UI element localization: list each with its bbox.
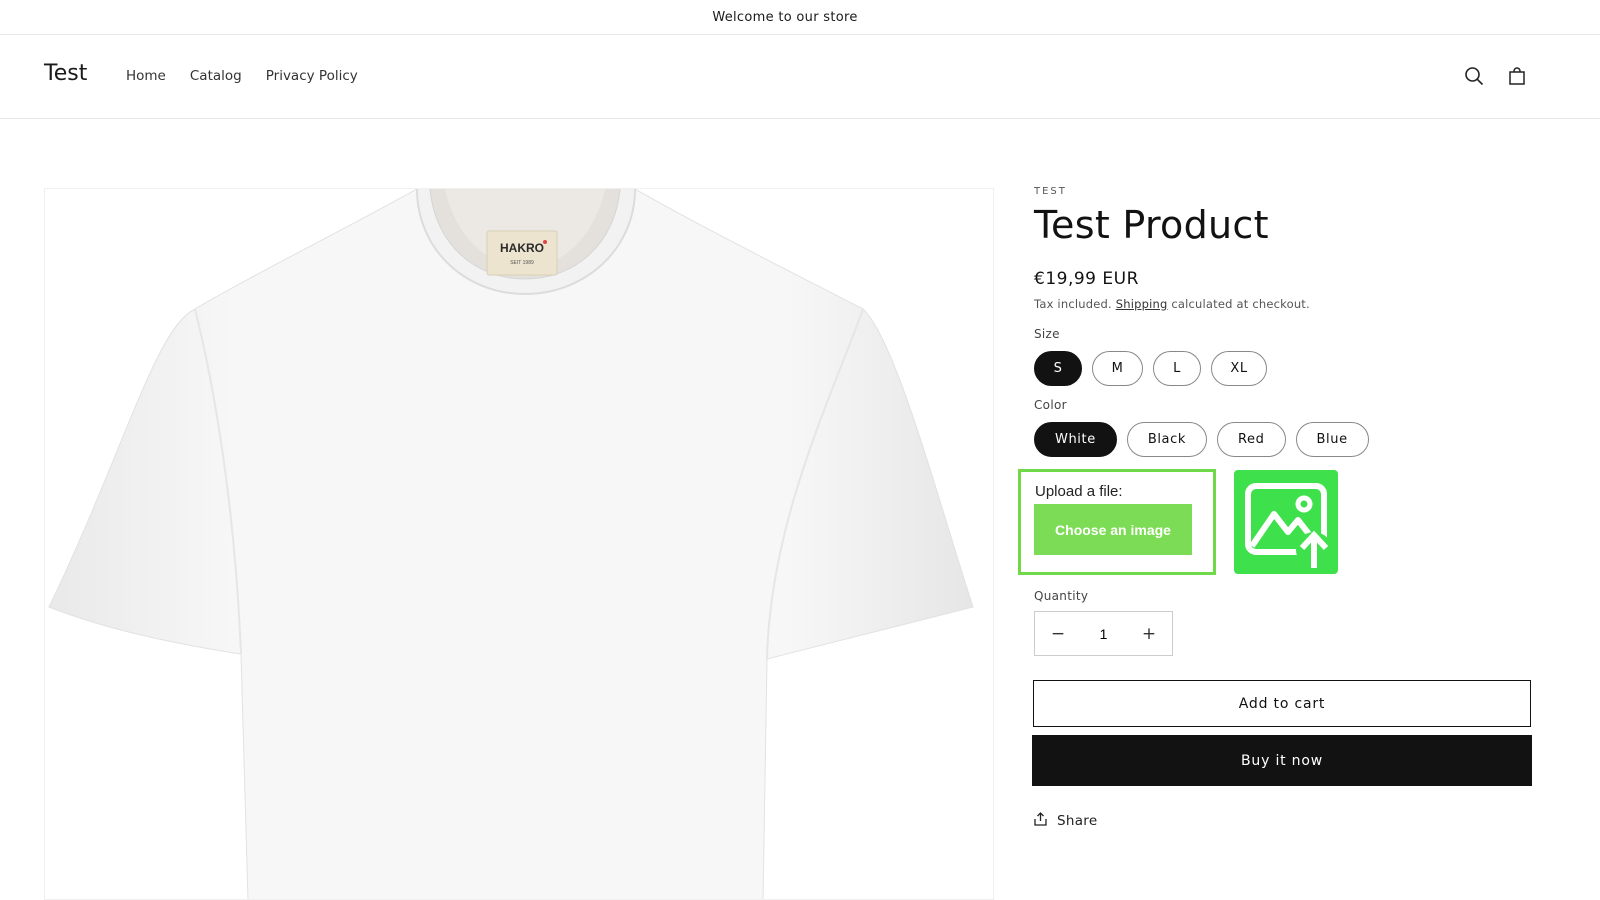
product-info: TEST Test Product €19,99 EUR Tax include… bbox=[1018, 186, 1532, 830]
quantity-decrease-button[interactable]: − bbox=[1035, 612, 1081, 655]
main-nav: Home Catalog Privacy Policy bbox=[126, 68, 358, 84]
share-label: Share bbox=[1057, 813, 1098, 829]
label-brand: HAKRO bbox=[500, 241, 544, 255]
quantity-label: Quantity bbox=[1034, 589, 1089, 603]
buy-now-button[interactable]: Buy it now bbox=[1032, 735, 1532, 786]
color-option-white[interactable]: White bbox=[1034, 422, 1117, 457]
color-option-red[interactable]: Red bbox=[1217, 422, 1286, 457]
choose-image-button[interactable]: Choose an image bbox=[1034, 504, 1192, 555]
color-label: Color bbox=[1034, 398, 1067, 412]
upload-box: Upload a file: Choose an image bbox=[1018, 469, 1216, 575]
image-upload-icon[interactable] bbox=[1234, 470, 1338, 574]
quantity-stepper: − + bbox=[1034, 611, 1173, 656]
site-header: Test Home Catalog Privacy Policy bbox=[0, 35, 1600, 119]
label-sub: SEIT 1989 bbox=[510, 260, 534, 266]
store-logo[interactable]: Test bbox=[44, 61, 87, 86]
product-vendor: TEST bbox=[1034, 186, 1067, 197]
product-title: Test Product bbox=[1034, 203, 1269, 247]
quantity-input[interactable] bbox=[1081, 625, 1126, 642]
share-icon bbox=[1034, 812, 1047, 830]
color-option-blue[interactable]: Blue bbox=[1295, 422, 1369, 457]
size-option-m[interactable]: M bbox=[1092, 351, 1143, 386]
product-image[interactable]: HAKRO SEIT 1989 bbox=[44, 188, 994, 900]
search-icon[interactable] bbox=[1461, 63, 1487, 89]
color-option-black[interactable]: Black bbox=[1126, 422, 1207, 457]
size-option-l[interactable]: L bbox=[1153, 351, 1201, 386]
nav-privacy-policy[interactable]: Privacy Policy bbox=[266, 68, 358, 84]
upload-title: Upload a file: bbox=[1035, 483, 1123, 500]
size-options: S M L XL bbox=[1034, 351, 1530, 386]
quantity-increase-button[interactable]: + bbox=[1126, 612, 1172, 655]
nav-home[interactable]: Home bbox=[126, 68, 166, 84]
tax-note: Tax included. Shipping calculated at che… bbox=[1034, 297, 1530, 311]
add-to-cart-button[interactable]: Add to cart bbox=[1033, 680, 1531, 727]
product-price: €19,99 EUR bbox=[1034, 269, 1139, 289]
shipping-link[interactable]: Shipping bbox=[1116, 297, 1168, 311]
size-label: Size bbox=[1034, 327, 1060, 341]
nav-catalog[interactable]: Catalog bbox=[190, 68, 242, 84]
size-option-s[interactable]: S bbox=[1034, 351, 1082, 386]
color-options: White Black Red Blue bbox=[1034, 422, 1530, 457]
tshirt-image: HAKRO SEIT 1989 bbox=[48, 189, 974, 899]
tax-suffix: calculated at checkout. bbox=[1171, 297, 1310, 311]
share-button[interactable]: Share bbox=[1034, 812, 1530, 830]
size-option-xl[interactable]: XL bbox=[1211, 351, 1267, 386]
announcement-bar: Welcome to our store bbox=[0, 0, 1600, 35]
cart-icon[interactable] bbox=[1504, 63, 1530, 89]
tax-prefix: Tax included. bbox=[1034, 297, 1112, 311]
announcement-text: Welcome to our store bbox=[712, 9, 858, 25]
upload-section: Upload a file: Choose an image bbox=[1018, 469, 1530, 577]
